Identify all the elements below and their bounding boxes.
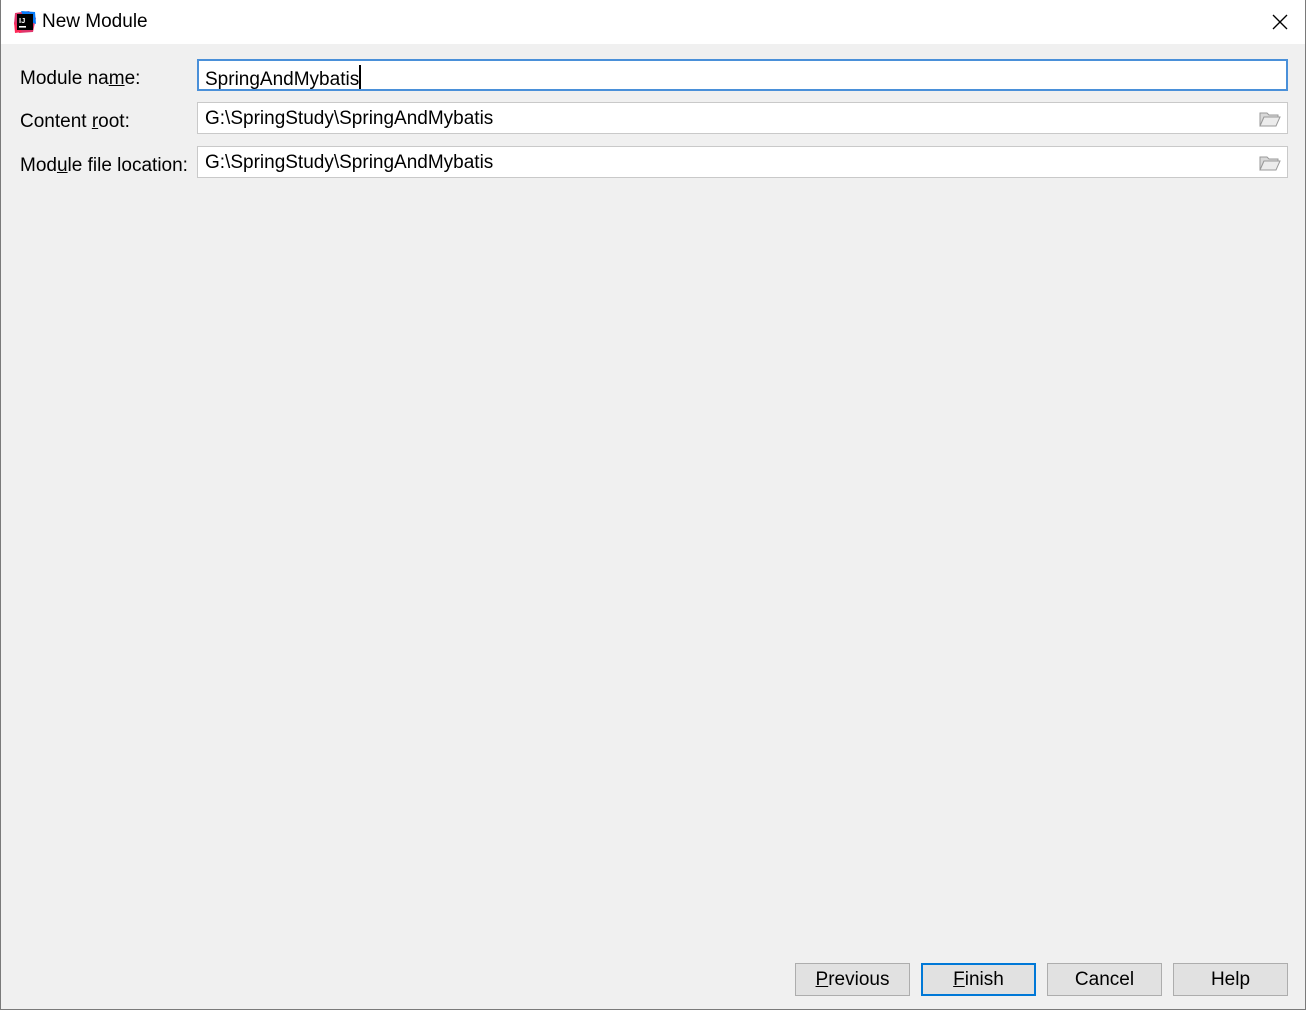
intellij-idea-icon: IJ — [14, 11, 36, 33]
content-root-field[interactable]: G:\SpringStudy\SpringAndMybatis — [197, 102, 1288, 134]
content-root-label: Content root: — [20, 111, 130, 132]
module-file-location-row: Module file location: G:\SpringStudy\Spr… — [1, 146, 1305, 182]
module-file-location-label: Module file location: — [20, 155, 188, 176]
content-root-row: Content root: G:\SpringStudy\SpringAndMy… — [1, 102, 1305, 138]
dialog-title: New Module — [42, 11, 148, 32]
text-caret — [359, 65, 362, 89]
help-button[interactable]: Help — [1173, 963, 1288, 996]
folder-open-icon[interactable] — [1259, 109, 1281, 129]
module-name-value: SpringAndMybatis — [205, 69, 360, 90]
previous-button[interactable]: Previous — [795, 963, 910, 996]
finish-button[interactable]: Finish — [921, 963, 1036, 996]
new-module-dialog: IJ New Module Module name: SpringAndMyba… — [0, 0, 1306, 1010]
module-name-label: Module name: — [20, 68, 141, 89]
folder-open-icon[interactable] — [1259, 153, 1281, 173]
module-file-location-value: G:\SpringStudy\SpringAndMybatis — [205, 152, 494, 173]
module-name-row: Module name: SpringAndMybatis — [1, 59, 1305, 95]
cancel-button[interactable]: Cancel — [1047, 963, 1162, 996]
svg-text:IJ: IJ — [19, 16, 25, 25]
module-file-location-field[interactable]: G:\SpringStudy\SpringAndMybatis — [197, 146, 1288, 178]
close-icon — [1272, 14, 1288, 30]
module-name-input[interactable]: SpringAndMybatis — [197, 59, 1288, 91]
close-button[interactable] — [1255, 0, 1305, 44]
title-bar: IJ New Module — [1, 0, 1305, 44]
content-root-value: G:\SpringStudy\SpringAndMybatis — [205, 108, 494, 129]
